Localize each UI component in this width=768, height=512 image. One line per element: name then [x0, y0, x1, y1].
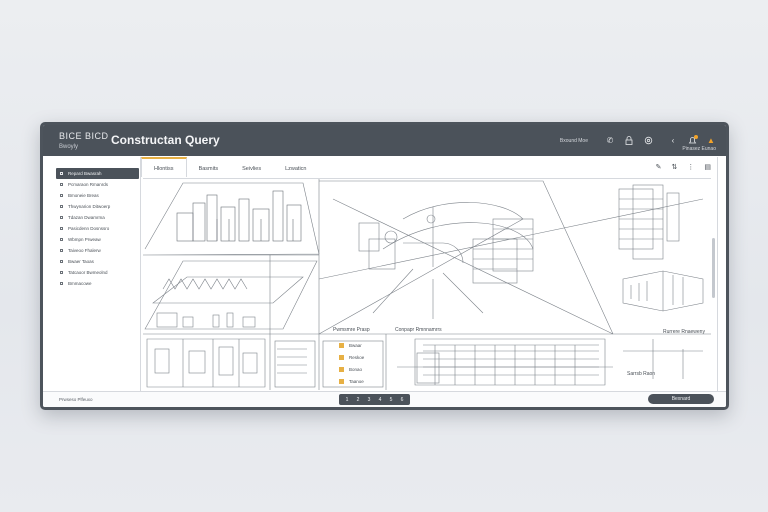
- sidebar-item[interactable]: Pasicdenn Dosnssro: [56, 223, 139, 234]
- settings-icon[interactable]: [643, 136, 653, 146]
- canvas-label-b: Conpapr Rmnnamrrs: [395, 327, 442, 333]
- sidebar-item-label: Tdazan Dwamrma: [68, 215, 105, 220]
- brand-logo: BICE BICD: [59, 131, 109, 141]
- sidebar-item[interactable]: Bmmacowe: [56, 278, 139, 289]
- notification-badge: [694, 134, 698, 139]
- sidebar-item-label: Tatcaoor Bwmeolnd: [68, 270, 108, 275]
- notification-icon[interactable]: [687, 134, 698, 146]
- item-icon: [60, 282, 63, 285]
- tab-bar: Hlontiss Basmits Seivlies Lzwaticn: [141, 157, 318, 177]
- sidebar-item-label: Pcmaraon Rmanrds: [68, 182, 109, 187]
- drawing-canvas[interactable]: Pwmsmre Prasp Conpapr Rmnnamrrs Rurrere …: [142, 178, 711, 390]
- canvas-label-d: Sarrsb Raon: [627, 371, 655, 377]
- lock-icon[interactable]: [624, 136, 634, 146]
- app-window: BICE BICD Bwoyly Constructan Query Bxoun…: [40, 122, 729, 410]
- canvas-labels: Pwmsmre Prasp Conpapr Rmnnamrrs Rurrere …: [333, 327, 705, 377]
- tab-location[interactable]: Lzwaticn: [273, 157, 318, 177]
- item-icon: [60, 216, 63, 219]
- sidebar-item-label: Bmmacowe: [68, 281, 92, 286]
- app-title: Constructan Query: [111, 133, 220, 147]
- page-button[interactable]: 4: [375, 395, 385, 404]
- item-icon: [60, 271, 63, 274]
- sidebar-item[interactable]: Bmoneie Breas: [56, 190, 139, 201]
- item-icon: [60, 227, 63, 230]
- panel-row-label: Reskoe: [349, 355, 365, 360]
- scrollbar-thumb[interactable]: [712, 238, 715, 298]
- sidebar-item-label: Thwynarion Ditwoerp: [68, 204, 111, 209]
- tab-tools: ✎ ⇅ ⋮ ▤: [656, 163, 711, 171]
- more-icon[interactable]: ⋮: [687, 163, 694, 171]
- sidebar-item[interactable]: Thwynarion Ditwoerp: [56, 201, 139, 212]
- panel-row-label: Bwaar: [349, 343, 362, 348]
- warning-icon[interactable]: ▲: [706, 136, 716, 146]
- sidebar-item[interactable]: Wbmpn Prweaw: [56, 234, 139, 245]
- tab-history[interactable]: Hlontiss: [141, 157, 187, 177]
- page-button[interactable]: 2: [353, 395, 363, 404]
- sidebar-item[interactable]: Tdazan Dwamrma: [56, 212, 139, 223]
- sidebar-item[interactable]: Taiveoo Fhalerw: [56, 245, 139, 256]
- brand-subtitle: Bwoyly: [59, 144, 79, 150]
- sidebar-item[interactable]: Tatcaoor Bwmeolnd: [56, 267, 139, 278]
- item-icon: [60, 260, 63, 263]
- sidebar: Repard Bwasrah Pcmaraon Rmanrds Bmoneie …: [56, 168, 139, 368]
- canvas-label-c: Rurrere Rnaeweny: [663, 329, 705, 335]
- export-icon[interactable]: ▤: [704, 163, 711, 171]
- panel-list: Bwaar Reskoe Bonao Taanoe: [339, 343, 365, 384]
- tab-seivlies[interactable]: Seivlies: [230, 157, 273, 177]
- item-icon: [60, 172, 63, 175]
- item-icon: [60, 183, 63, 186]
- item-icon: [60, 249, 63, 252]
- row-marker-icon: [339, 343, 344, 348]
- sidebar-item-label: Wbmpn Prweaw: [68, 237, 101, 242]
- vertical-scrollbar[interactable]: [711, 178, 717, 389]
- title-bar: BICE BICD Bwoyly Constructan Query Bxoun…: [43, 125, 726, 156]
- sidebar-item-label: Taiveoo Fhalerw: [68, 248, 101, 253]
- page-button[interactable]: 6: [397, 395, 407, 404]
- sidebar-item-label: Bmoneie Breas: [68, 193, 99, 198]
- sidebar-item-label: Bwaer Taoas: [68, 259, 94, 264]
- canvas-label-a: Pwmsmre Prasp: [333, 327, 370, 333]
- tab-basmits[interactable]: Basmits: [187, 157, 231, 177]
- title-bar-label[interactable]: Bxound Moe: [560, 138, 588, 144]
- edit-icon[interactable]: ✎: [656, 163, 662, 171]
- sidebar-item[interactable]: Bwaer Taoas: [56, 256, 139, 267]
- row-marker-icon: [339, 379, 344, 384]
- panel-row-label: Taanoe: [349, 379, 364, 384]
- title-bar-actions: Bxound Moe ✆ ‹ ▲ Pinasez Eunao: [560, 125, 716, 156]
- item-icon: [60, 194, 63, 197]
- pager: 1 2 3 4 5 6: [339, 394, 410, 405]
- blueprint-drawing: Pwmsmre Prasp Conpapr Rmnnamrrs Rurrere …: [142, 179, 711, 390]
- back-chevron-icon[interactable]: ‹: [668, 136, 678, 146]
- item-icon: [60, 205, 63, 208]
- item-icon: [60, 238, 63, 241]
- status-action-button[interactable]: Bexnard: [648, 394, 714, 404]
- panel-row-label: Bonao: [349, 367, 363, 372]
- page-button[interactable]: 5: [386, 395, 396, 404]
- status-bar: Prwseso Plfeuxo 1 2 3 4 5 6 Bexnard: [43, 391, 726, 407]
- sidebar-item-label: Repard Bwasrah: [68, 171, 102, 176]
- phone-icon[interactable]: ✆: [605, 136, 615, 146]
- user-label[interactable]: Pinasez Eunao: [682, 146, 716, 152]
- row-marker-icon: [339, 355, 344, 360]
- sidebar-item[interactable]: Repard Bwasrah: [56, 168, 139, 179]
- page-button[interactable]: 1: [342, 395, 352, 404]
- row-marker-icon: [339, 367, 344, 372]
- page-button[interactable]: 3: [364, 395, 374, 404]
- status-text: Prwseso Plfeuxo: [59, 397, 93, 402]
- sidebar-item[interactable]: Pcmaraon Rmanrds: [56, 179, 139, 190]
- sidebar-item-label: Pasicdenn Dosnssro: [68, 226, 110, 231]
- main-panel: Hlontiss Basmits Seivlies Lzwaticn ✎ ⇅ ⋮…: [140, 157, 718, 393]
- sync-icon[interactable]: ⇅: [672, 163, 678, 171]
